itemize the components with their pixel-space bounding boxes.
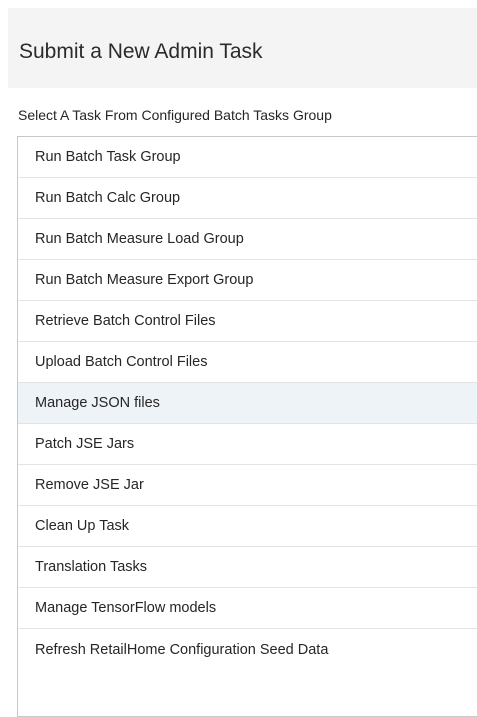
task-item-run-batch-measure-load-group[interactable]: Run Batch Measure Load Group [18, 219, 477, 260]
task-item-run-batch-measure-export-group[interactable]: Run Batch Measure Export Group [18, 260, 477, 301]
task-item-translation-tasks[interactable]: Translation Tasks [18, 547, 477, 588]
admin-task-panel: Submit a New Admin Task Select A Task Fr… [0, 0, 477, 717]
task-item-run-batch-task-group[interactable]: Run Batch Task Group [18, 137, 477, 178]
task-item-manage-tensorflow-models[interactable]: Manage TensorFlow models [18, 588, 477, 629]
task-item-run-batch-calc-group[interactable]: Run Batch Calc Group [18, 178, 477, 219]
task-item-clean-up-task[interactable]: Clean Up Task [18, 506, 477, 547]
task-item-upload-batch-control-files[interactable]: Upload Batch Control Files [18, 342, 477, 383]
page-title: Submit a New Admin Task [19, 40, 263, 63]
task-item-retrieve-batch-control-files[interactable]: Retrieve Batch Control Files [18, 301, 477, 342]
task-item-manage-json-files[interactable]: Manage JSON files [18, 383, 477, 424]
task-item-refresh-retailhome-configuration-seed-data[interactable]: Refresh RetailHome Configuration Seed Da… [18, 629, 477, 670]
task-item-remove-jse-jar[interactable]: Remove JSE Jar [18, 465, 477, 506]
task-list: Run Batch Task Group Run Batch Calc Grou… [17, 136, 477, 717]
panel-header: Submit a New Admin Task [8, 8, 477, 88]
task-item-patch-jse-jars[interactable]: Patch JSE Jars [18, 424, 477, 465]
task-group-label: Select A Task From Configured Batch Task… [18, 107, 332, 123]
